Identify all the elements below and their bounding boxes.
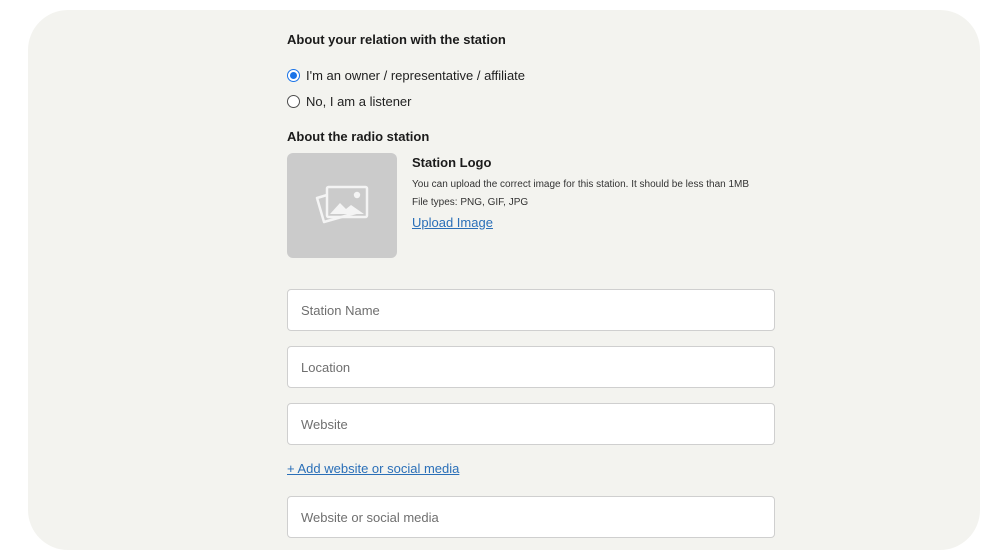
logo-file-types: File types: PNG, GIF, JPG xyxy=(412,197,529,208)
radio-option-owner[interactable]: I'm an owner / representative / affiliat… xyxy=(287,67,525,83)
relation-heading: About your relation with the station xyxy=(287,32,506,47)
upload-image-link[interactable]: Upload Image xyxy=(412,215,493,230)
website-input[interactable] xyxy=(287,403,775,445)
radio-button-listener[interactable] xyxy=(287,94,300,108)
image-placeholder-icon xyxy=(315,185,369,224)
radio-button-owner[interactable] xyxy=(287,68,300,82)
add-website-link[interactable]: + Add website or social media xyxy=(287,461,459,476)
radio-label-listener: No, I am a listener xyxy=(306,93,412,109)
station-heading: About the radio station xyxy=(287,129,430,144)
logo-description: You can upload the correct image for thi… xyxy=(412,179,750,190)
station-logo-info: Station Logo You can upload the correct … xyxy=(412,155,782,232)
station-logo-placeholder[interactable] xyxy=(287,153,397,258)
logo-title: Station Logo xyxy=(412,155,492,170)
station-name-input[interactable] xyxy=(287,289,775,331)
radio-option-listener[interactable]: No, I am a listener xyxy=(287,93,412,109)
social-media-input[interactable] xyxy=(287,496,775,538)
location-input[interactable] xyxy=(287,346,775,388)
station-form-panel: About your relation with the station I'm… xyxy=(28,10,980,550)
radio-label-owner: I'm an owner / representative / affiliat… xyxy=(306,67,526,83)
